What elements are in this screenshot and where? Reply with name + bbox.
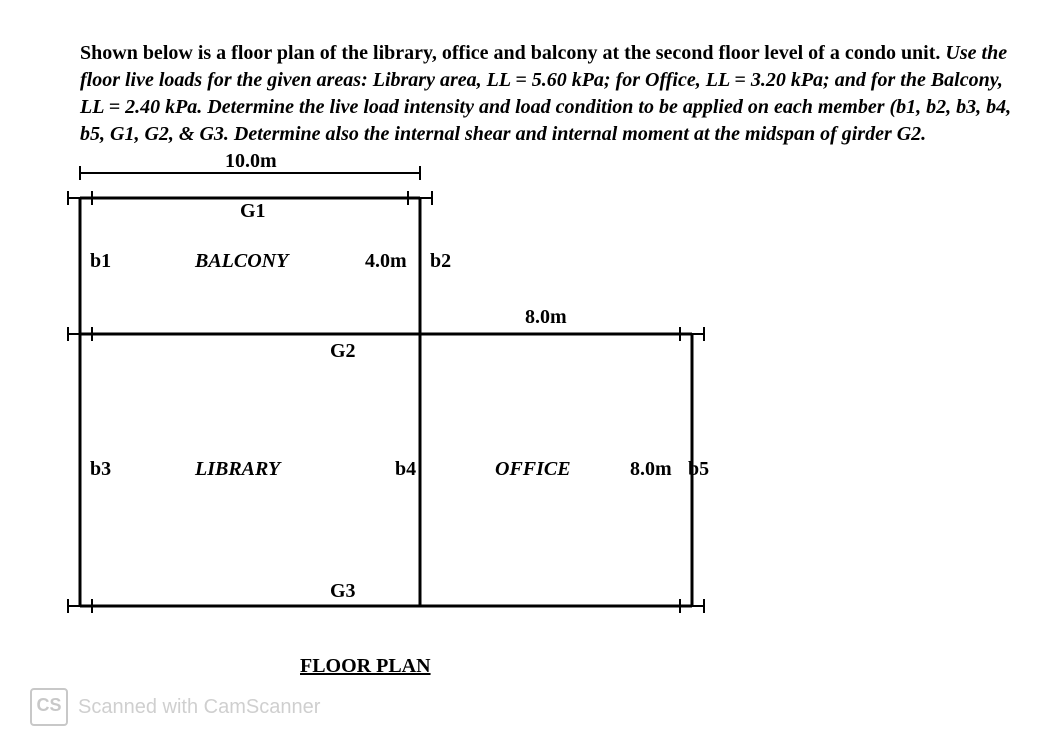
floor-plan: 10.0m 4.0m 8.0m 8.0m G1 G2 G3 b1 b2 b3 b… <box>40 158 720 628</box>
label-b3: b3 <box>90 458 111 481</box>
dim-b5-height: 8.0m <box>630 458 672 481</box>
scanner-watermark: CS Scanned with CamScanner <box>30 688 320 726</box>
caption-floor-plan: FLOOR PLAN <box>300 655 431 678</box>
label-b1: b1 <box>90 250 111 273</box>
label-office: OFFICE <box>495 458 571 481</box>
problem-statement: Shown below is a floor plan of the libra… <box>80 40 1014 148</box>
dim-g1-span: 10.0m <box>225 150 277 173</box>
label-g2: G2 <box>330 340 356 363</box>
label-b2: b2 <box>430 250 451 273</box>
label-g3: G3 <box>330 580 356 603</box>
label-balcony: BALCONY <box>195 250 288 273</box>
problem-lead: Shown below is a floor plan of the libra… <box>80 42 945 64</box>
label-b5: b5 <box>688 458 709 481</box>
dim-g2-right: 8.0m <box>525 306 567 329</box>
dim-b2-height: 4.0m <box>365 250 407 273</box>
label-b4: b4 <box>395 458 416 481</box>
label-g1: G1 <box>240 200 266 223</box>
camscanner-badge-icon: CS <box>30 688 68 726</box>
label-library: LIBRARY <box>195 458 280 481</box>
page: Shown below is a floor plan of the libra… <box>0 0 1064 736</box>
camscanner-text: Scanned with CamScanner <box>78 696 320 719</box>
floor-plan-svg <box>40 158 720 628</box>
